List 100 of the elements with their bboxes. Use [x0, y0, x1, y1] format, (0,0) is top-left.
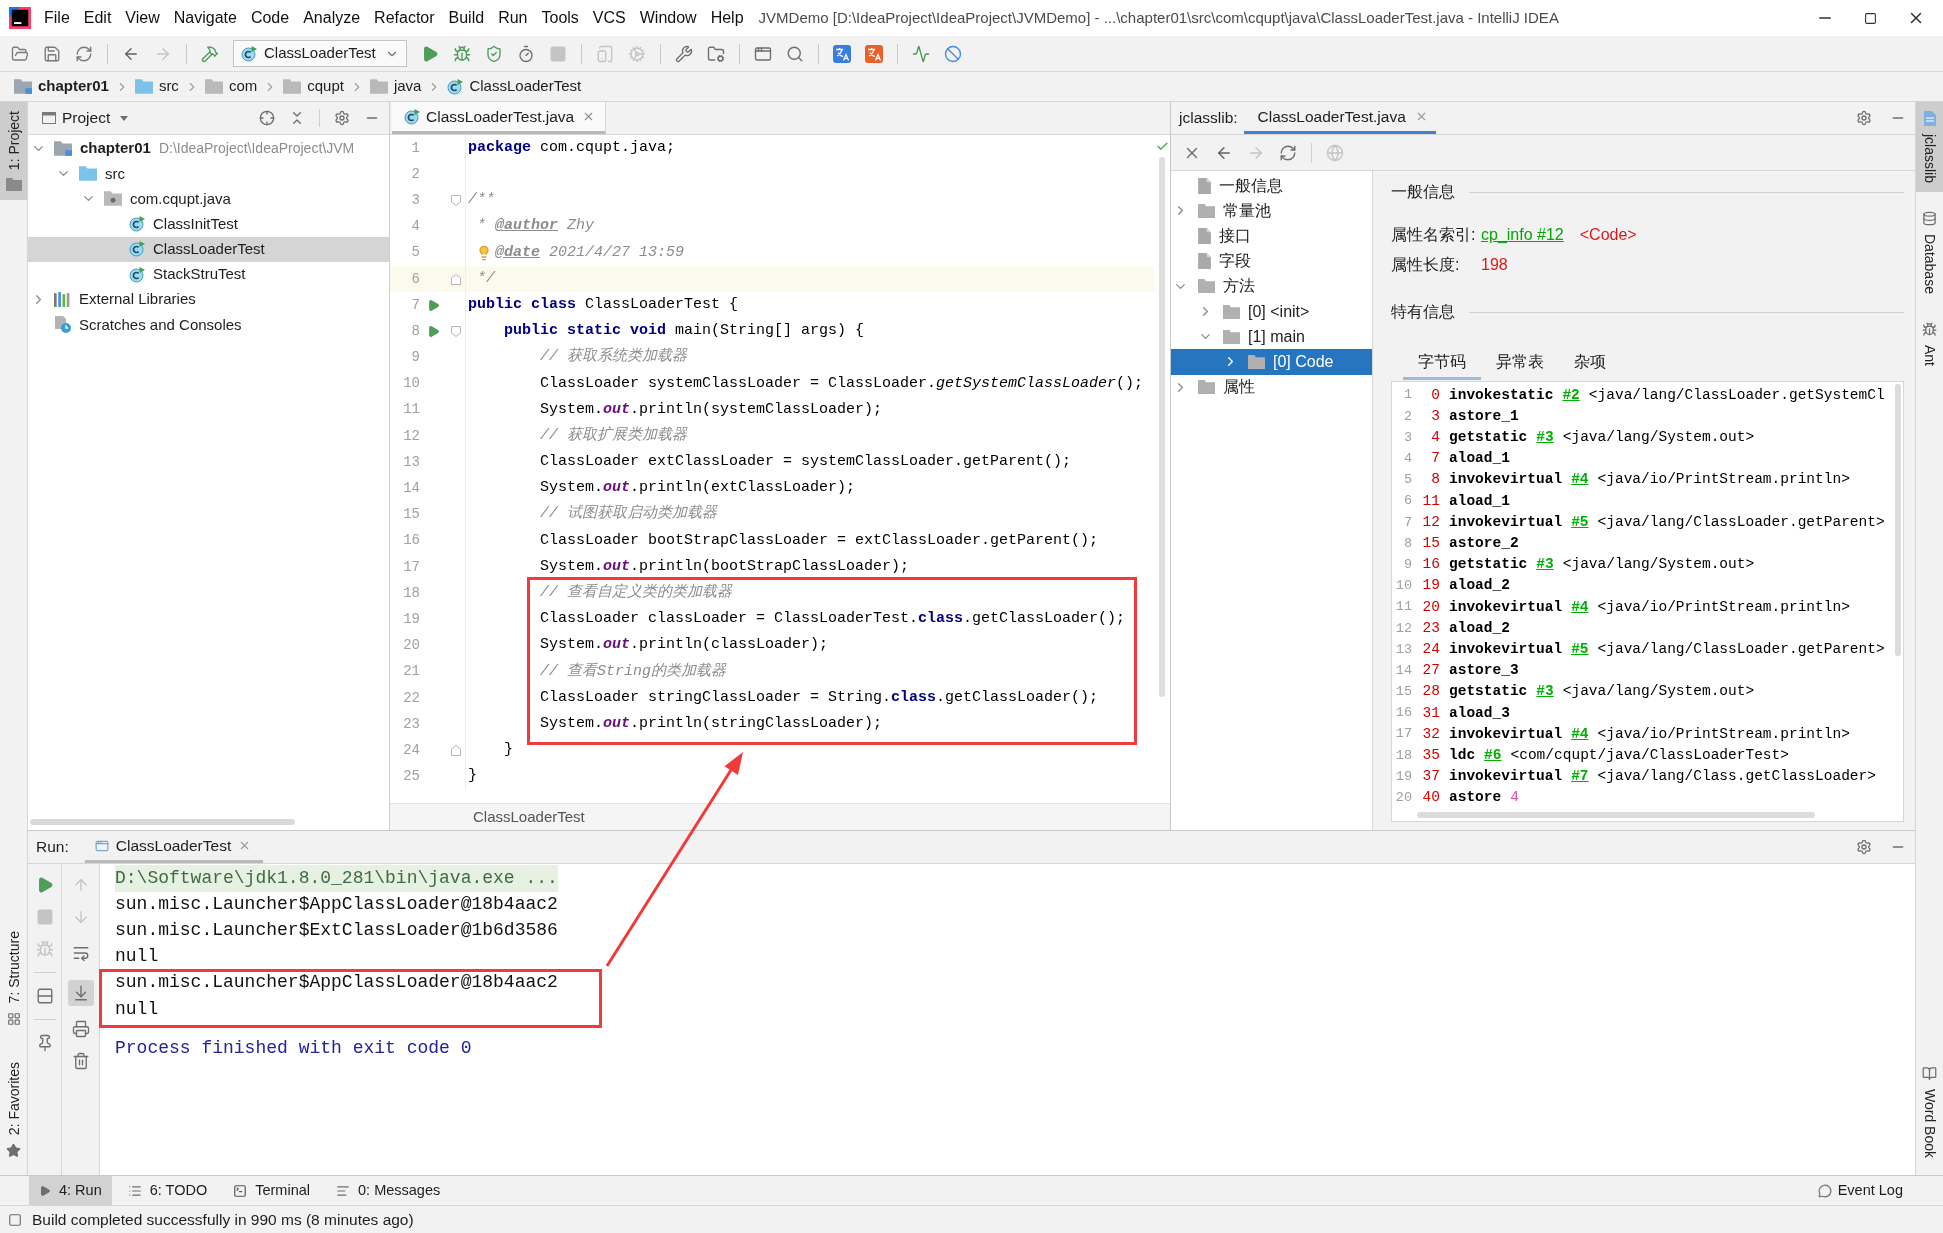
- tool-window-tab[interactable]: Ant: [1916, 312, 1943, 375]
- menu-item[interactable]: Window: [632, 7, 704, 29]
- stopwatch-icon[interactable]: [517, 44, 535, 63]
- menu-item[interactable]: Refactor: [367, 7, 442, 29]
- menu-item[interactable]: File: [37, 7, 77, 29]
- line-number: 4: [1402, 450, 1412, 469]
- search-icon[interactable]: [786, 44, 804, 63]
- wrench-icon[interactable]: [675, 44, 693, 63]
- run-config-dropdown[interactable]: ClassLoaderTest: [233, 40, 407, 67]
- menu-item[interactable]: VCS: [585, 7, 633, 29]
- tree-item[interactable]: src: [28, 161, 389, 187]
- pulse-chart-icon[interactable]: [912, 44, 930, 63]
- event-log-button[interactable]: Event Log: [1817, 1176, 1903, 1205]
- folder-open-icon[interactable]: [11, 44, 29, 63]
- menu-item[interactable]: Run: [491, 7, 535, 29]
- window-icon[interactable]: [754, 44, 772, 63]
- code-line: * @author Zhy: [476, 216, 595, 237]
- fold-icon[interactable]: [450, 325, 461, 337]
- line-number: 12: [402, 426, 420, 446]
- menu-item[interactable]: Edit: [76, 7, 119, 29]
- code-line: System.out.println(classLoader);: [539, 635, 829, 656]
- trash-icon[interactable]: [71, 1052, 90, 1070]
- play-icon[interactable]: [421, 44, 439, 63]
- app-logo-icon[interactable]: [9, 7, 31, 29]
- tree-item[interactable]: Scratches and Consoles: [28, 312, 389, 338]
- translate-icon[interactable]: [833, 44, 851, 63]
- fold-icon[interactable]: [450, 273, 461, 285]
- tree-item[interactable]: 常量池: [1171, 198, 1372, 224]
- tool-window-tab[interactable]: Terminal: [223, 1176, 320, 1205]
- tool-window-tab[interactable]: Word Book: [1916, 1057, 1943, 1167]
- tree-item[interactable]: [0] <init>: [1171, 298, 1372, 325]
- tree-item[interactable]: StackStruTest: [28, 261, 389, 288]
- tool-window-tab[interactable]: 7: Structure: [0, 922, 27, 1035]
- crosshair-icon[interactable]: [259, 110, 275, 126]
- tree-item[interactable]: External Libraries: [28, 287, 389, 313]
- layout-icon[interactable]: [35, 987, 54, 1005]
- code-line: }: [503, 740, 513, 761]
- run-icon[interactable]: [426, 298, 440, 312]
- refresh-icon[interactable]: [75, 44, 93, 63]
- tool-window-tab[interactable]: jclasslib: [1916, 102, 1943, 192]
- bytecode-offset: 35: [1421, 745, 1440, 765]
- tool-window-tab[interactable]: 1: Project: [0, 102, 27, 201]
- breadcrumb-item[interactable]: src: [134, 75, 179, 98]
- tree-item[interactable]: ClassLoaderTest: [28, 236, 389, 262]
- breadcrumb-item[interactable]: cqupt: [283, 75, 344, 98]
- tree-item[interactable]: chapter01 D:\IdeaProject\IdeaProject\JVM: [28, 136, 389, 162]
- printer-icon[interactable]: [71, 1020, 90, 1038]
- bug-icon[interactable]: [453, 44, 471, 63]
- lightbulb-icon[interactable]: [476, 244, 492, 261]
- breadcrumb-item[interactable]: chapter01: [14, 75, 109, 98]
- tab[interactable]: 杂项: [1559, 346, 1621, 380]
- menu-item[interactable]: View: [118, 7, 167, 29]
- tree-item[interactable]: 一般信息: [1171, 173, 1372, 199]
- tool-window-tab[interactable]: 0: Messages: [326, 1176, 451, 1205]
- line-number: 2: [1402, 407, 1412, 426]
- opcode: aload_2: [1449, 576, 1510, 596]
- breadcrumb-item[interactable]: ClassLoaderTest: [447, 75, 582, 98]
- tree-item[interactable]: ClassInitTest: [28, 211, 389, 237]
- tool-window-tab[interactable]: Database: [1916, 202, 1943, 303]
- folder-icon: [283, 79, 302, 94]
- tree-item[interactable]: 接口: [1171, 223, 1372, 249]
- breadcrumb-item[interactable]: ClassLoaderTest: [473, 805, 585, 829]
- fold-icon[interactable]: [450, 744, 461, 756]
- no-entry-icon[interactable]: [944, 44, 962, 63]
- tree-item[interactable]: 方法: [1171, 273, 1372, 299]
- menu-item[interactable]: Help: [703, 7, 751, 29]
- fold-icon[interactable]: [450, 194, 461, 206]
- refresh-icon[interactable]: [1279, 143, 1297, 162]
- tool-window-tab[interactable]: 4: Run: [29, 1176, 112, 1205]
- view-dropdown[interactable]: Project: [42, 106, 129, 130]
- tool-window-tab[interactable]: 2: Favorites: [0, 1052, 27, 1167]
- tree-item[interactable]: [0] Code: [1171, 349, 1372, 375]
- folder-gear-icon[interactable]: [707, 44, 725, 63]
- tool-window-tab[interactable]: 6: TODO: [117, 1176, 218, 1205]
- settings-icon[interactable]: [1856, 839, 1872, 855]
- menu-item[interactable]: Build: [441, 7, 492, 29]
- tree-item[interactable]: com.cqupt.java: [28, 186, 389, 212]
- tree-item[interactable]: [1] main: [1171, 324, 1372, 350]
- menu-item[interactable]: Tools: [534, 7, 586, 29]
- editor-tab[interactable]: ClassLoaderTest.java: [392, 102, 607, 134]
- tree-item[interactable]: 属性: [1171, 374, 1372, 400]
- translate-icon[interactable]: [865, 44, 883, 63]
- square-icon[interactable]: [8, 1212, 22, 1227]
- menu-item[interactable]: Navigate: [166, 7, 244, 29]
- save-icon[interactable]: [43, 44, 61, 63]
- breadcrumb-item[interactable]: java: [369, 75, 422, 98]
- settings-icon[interactable]: [334, 110, 350, 126]
- shield-icon[interactable]: [485, 44, 503, 63]
- menu-item[interactable]: Analyze: [296, 7, 368, 29]
- bytecode-offset: 7: [1430, 449, 1440, 469]
- maximize-icon[interactable]: [1864, 11, 1877, 25]
- line-number: 3: [410, 190, 420, 210]
- settings-icon[interactable]: [1856, 110, 1872, 126]
- run-icon[interactable]: [426, 324, 440, 338]
- menu-item[interactable]: Code: [243, 7, 297, 29]
- tab[interactable]: 异常表: [1481, 346, 1559, 380]
- editor-tab[interactable]: ClassLoaderTest.java: [1243, 102, 1436, 134]
- breadcrumb-item[interactable]: com: [204, 75, 258, 98]
- tree-item[interactable]: 字段: [1171, 248, 1372, 274]
- hammer-icon[interactable]: [201, 44, 219, 63]
